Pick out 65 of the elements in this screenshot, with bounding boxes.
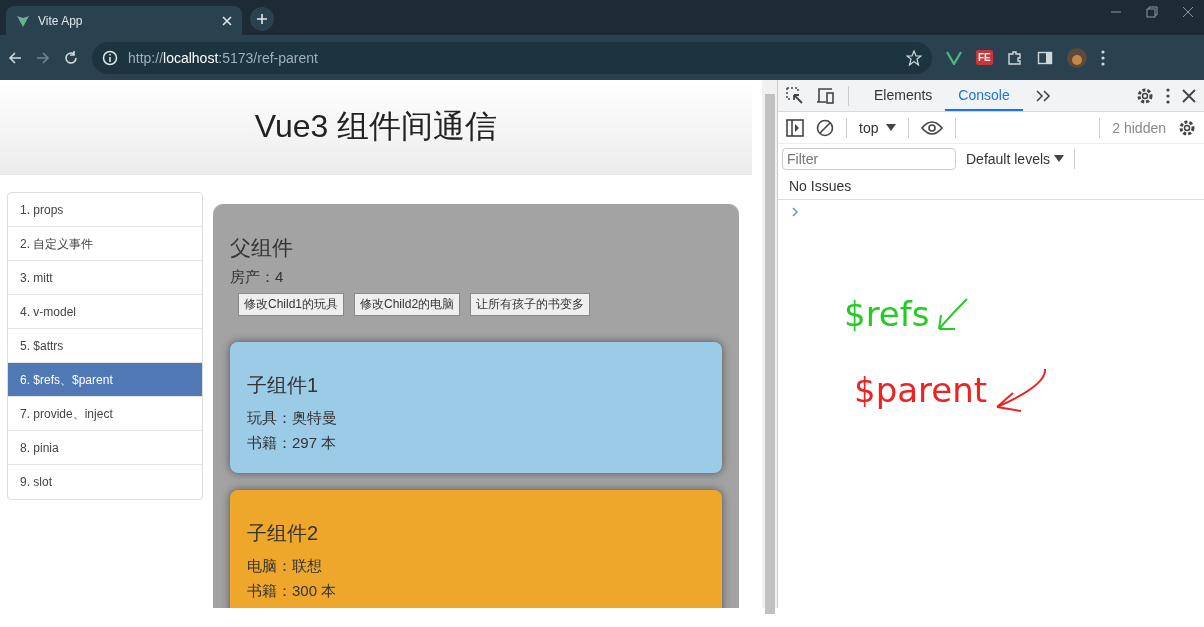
action-button[interactable]: 修改Child1的玩具 — [238, 293, 345, 316]
puzzle-icon[interactable] — [1006, 49, 1023, 66]
settings-icon[interactable] — [1136, 86, 1154, 105]
inspect-icon[interactable] — [786, 86, 804, 105]
tab-title: Vite App — [38, 13, 84, 28]
close-icon[interactable] — [1182, 88, 1196, 103]
levels-dropdown[interactable]: Default levels — [966, 151, 1065, 167]
filter-field[interactable]: Filter — [782, 148, 956, 170]
extension-icon[interactable]: FE — [976, 50, 993, 65]
card-text: 玩具：奥特曼 — [247, 408, 338, 428]
eye-icon[interactable] — [921, 120, 944, 135]
vite-logo-icon — [16, 13, 30, 28]
caret-icon — [886, 123, 897, 132]
card-title: 子组件2 — [247, 521, 320, 546]
arrow-drawing — [937, 297, 970, 331]
back-icon[interactable] — [8, 50, 22, 65]
more-tabs-icon[interactable] — [1034, 89, 1051, 102]
clear-icon[interactable] — [816, 118, 834, 137]
hidden-count: 2 hidden — [1112, 119, 1166, 136]
devtools-tab[interactable]: Console — [945, 80, 1023, 111]
nav-item[interactable]: 9. slot — [8, 465, 202, 499]
menu-icon[interactable] — [1100, 49, 1105, 66]
settings-icon[interactable] — [1178, 118, 1196, 137]
nav-item[interactable]: 6. $refs、$parent — [8, 363, 202, 397]
card-title: 子组件1 — [247, 373, 320, 398]
caret-icon — [1054, 155, 1065, 163]
side-panel-icon[interactable] — [1036, 49, 1053, 66]
action-button[interactable]: 修改Child2的电脑 — [354, 293, 461, 316]
scrollbar-thumb[interactable] — [764, 94, 775, 614]
card-text: 电脑：联想 — [247, 556, 323, 576]
nav-item[interactable]: 8. pinia — [8, 431, 202, 465]
address-bar[interactable]: http://localhost:5173/ref-parent — [92, 41, 932, 74]
browser-tab[interactable]: Vite App — [6, 6, 242, 35]
sidebar-toggle-icon[interactable] — [786, 118, 804, 137]
close-icon[interactable] — [1182, 6, 1194, 18]
menu-icon[interactable] — [1166, 87, 1170, 104]
card-title: 父组件 — [230, 235, 294, 261]
vue-devtools-icon[interactable] — [946, 50, 962, 65]
arrow-drawing — [995, 367, 1049, 413]
handwritten-note: $parent — [854, 370, 988, 410]
plus-icon — [256, 13, 268, 25]
context-dropdown[interactable]: top — [859, 119, 897, 136]
url-text: http://localhost:5173/ref-parent — [128, 49, 319, 66]
nav-item[interactable]: 1. props — [8, 193, 202, 227]
devtools-tab[interactable]: Elements — [861, 80, 946, 111]
new-tab-button[interactable] — [250, 7, 274, 31]
avatar-icon[interactable] — [1066, 47, 1087, 68]
forward-icon[interactable] — [36, 50, 50, 65]
nav-item[interactable]: 4. v-model — [8, 295, 202, 329]
prompt-icon[interactable] — [792, 207, 799, 217]
handwritten-note: $refs — [844, 294, 930, 334]
card-text: 房产：4 — [230, 268, 285, 287]
nav-item[interactable]: 7. provide、inject — [8, 397, 202, 431]
star-icon[interactable] — [906, 49, 922, 66]
info-icon[interactable] — [102, 49, 118, 66]
nav-item[interactable]: 2. 自定义事件 — [8, 227, 202, 261]
card-text: 书籍：300 本 — [247, 581, 338, 601]
nav-item[interactable]: 3. mitt — [8, 261, 202, 295]
issues-text: No Issues — [778, 174, 1204, 200]
device-icon[interactable] — [816, 86, 836, 105]
action-button[interactable]: 让所有孩子的书变多 — [470, 293, 591, 316]
reload-icon[interactable] — [64, 50, 78, 65]
card-text: 书籍：297 本 — [247, 433, 338, 453]
restore-icon[interactable] — [1146, 6, 1158, 18]
page-title: Vue3 组件间通信 — [254, 107, 498, 146]
